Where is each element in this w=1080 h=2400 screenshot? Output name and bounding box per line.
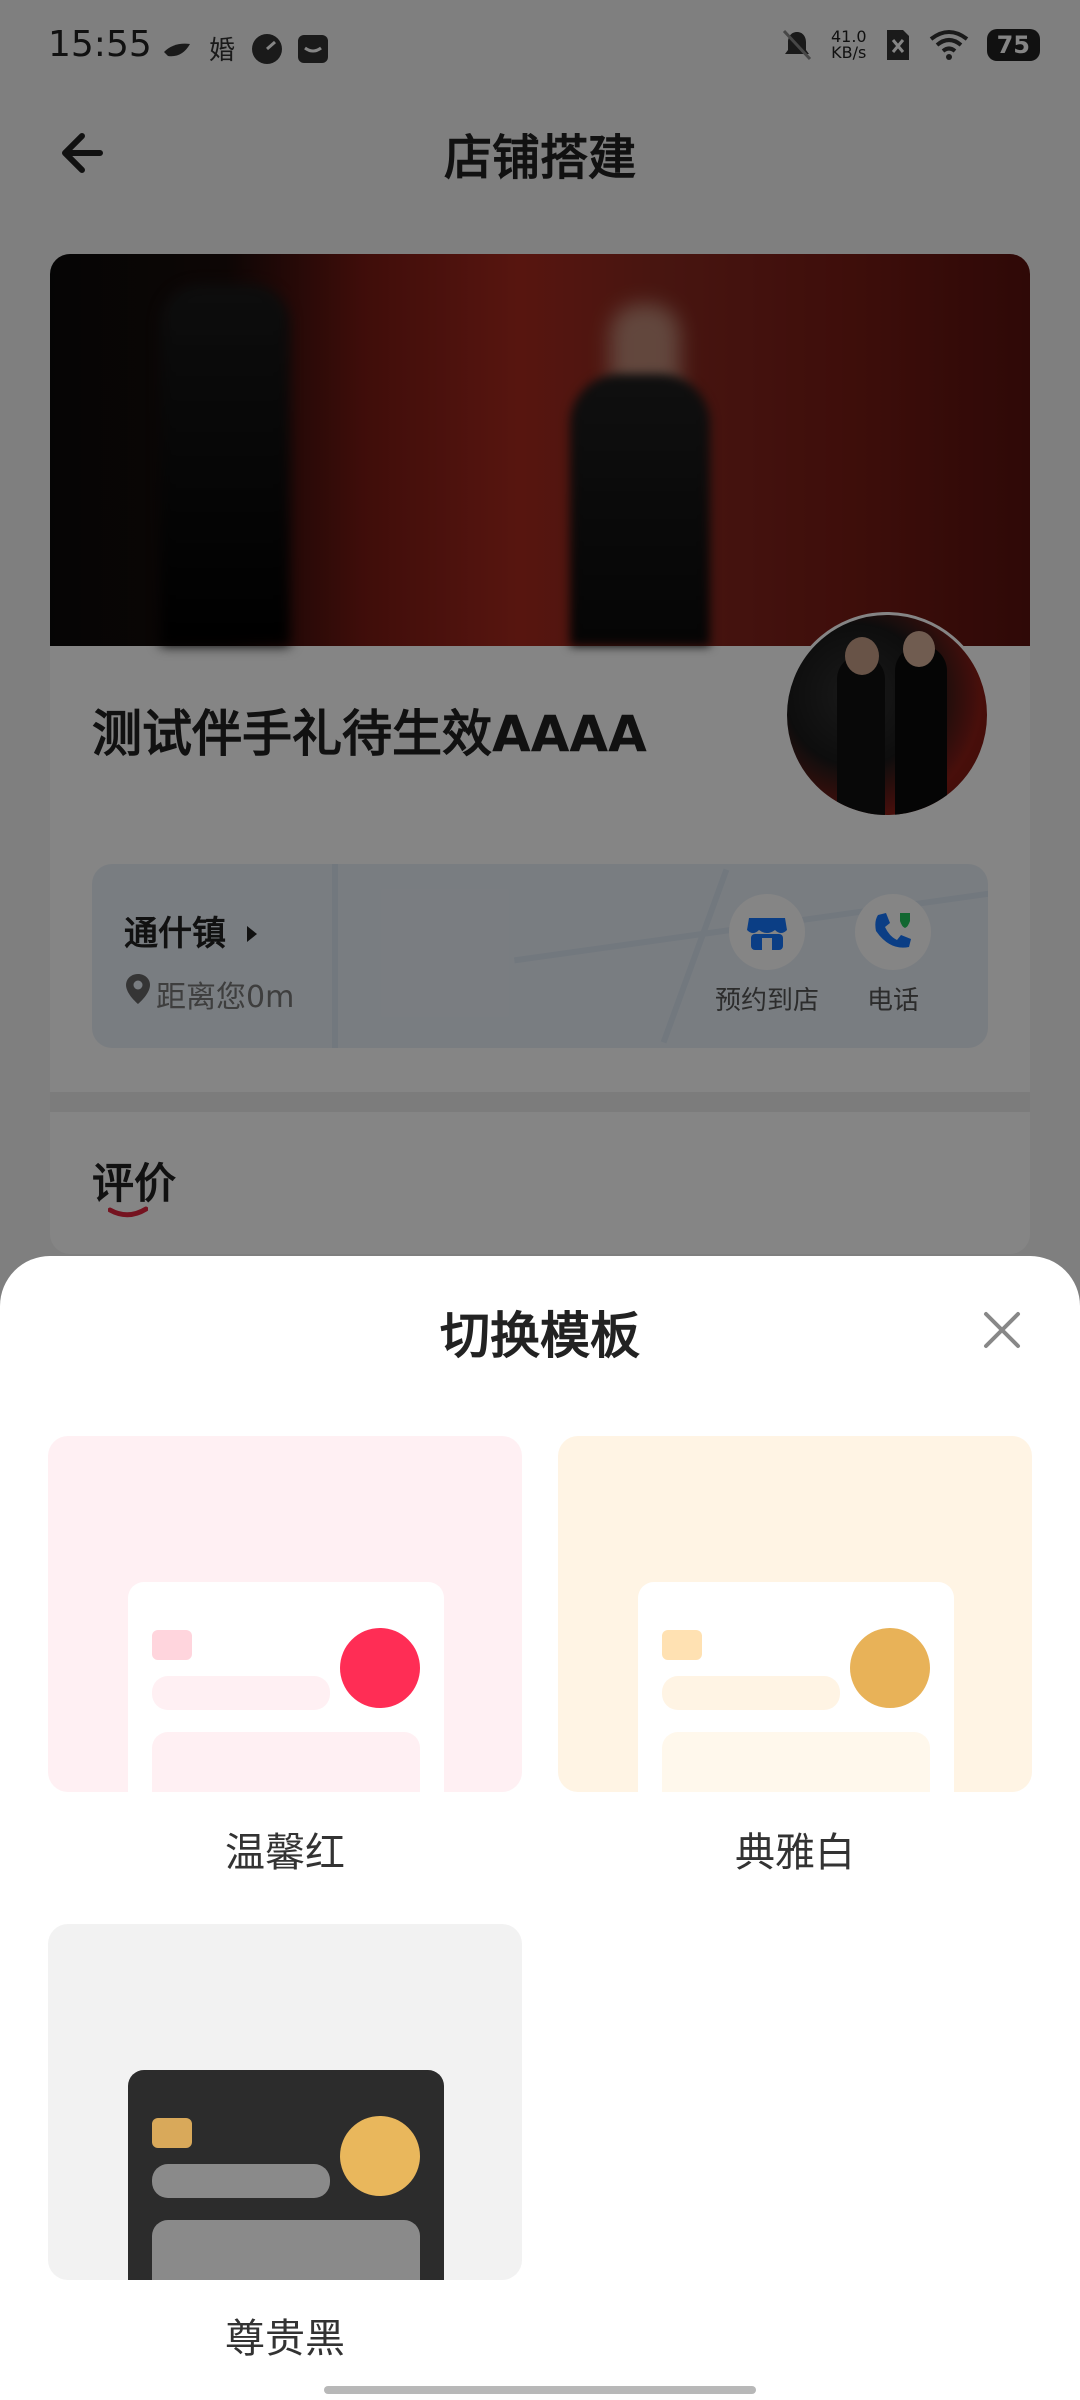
preview-bar — [152, 1676, 330, 1710]
preview-tag — [152, 2118, 192, 2148]
preview-avatar — [850, 1628, 930, 1708]
template-card-premium-black[interactable] — [48, 1924, 522, 2280]
preview-block — [152, 1732, 420, 1792]
home-indicator[interactable] — [324, 2386, 756, 2394]
preview-block — [152, 2220, 420, 2280]
preview-bar — [662, 1676, 840, 1710]
template-label[interactable]: 典雅白 — [558, 1820, 1032, 1878]
template-preview — [128, 1582, 444, 1792]
sheet-title: 切换模板 — [440, 1307, 640, 1365]
template-preview — [638, 1582, 954, 1792]
close-button[interactable] — [976, 1304, 1028, 1356]
template-label[interactable]: 温馨红 — [48, 1820, 522, 1878]
preview-tag — [152, 1630, 192, 1660]
template-preview — [128, 2070, 444, 2280]
template-card-warm-red[interactable] — [48, 1436, 522, 1792]
preview-bar — [152, 2164, 330, 2198]
template-sheet: 切换模板 温馨红 典雅白 尊贵黑 — [0, 1256, 1080, 2400]
template-card-elegant-white[interactable] — [558, 1436, 1032, 1792]
preview-tag — [662, 1630, 702, 1660]
preview-avatar — [340, 1628, 420, 1708]
preview-block — [662, 1732, 930, 1792]
template-label[interactable]: 尊贵黑 — [48, 2306, 522, 2364]
preview-avatar — [340, 2116, 420, 2196]
